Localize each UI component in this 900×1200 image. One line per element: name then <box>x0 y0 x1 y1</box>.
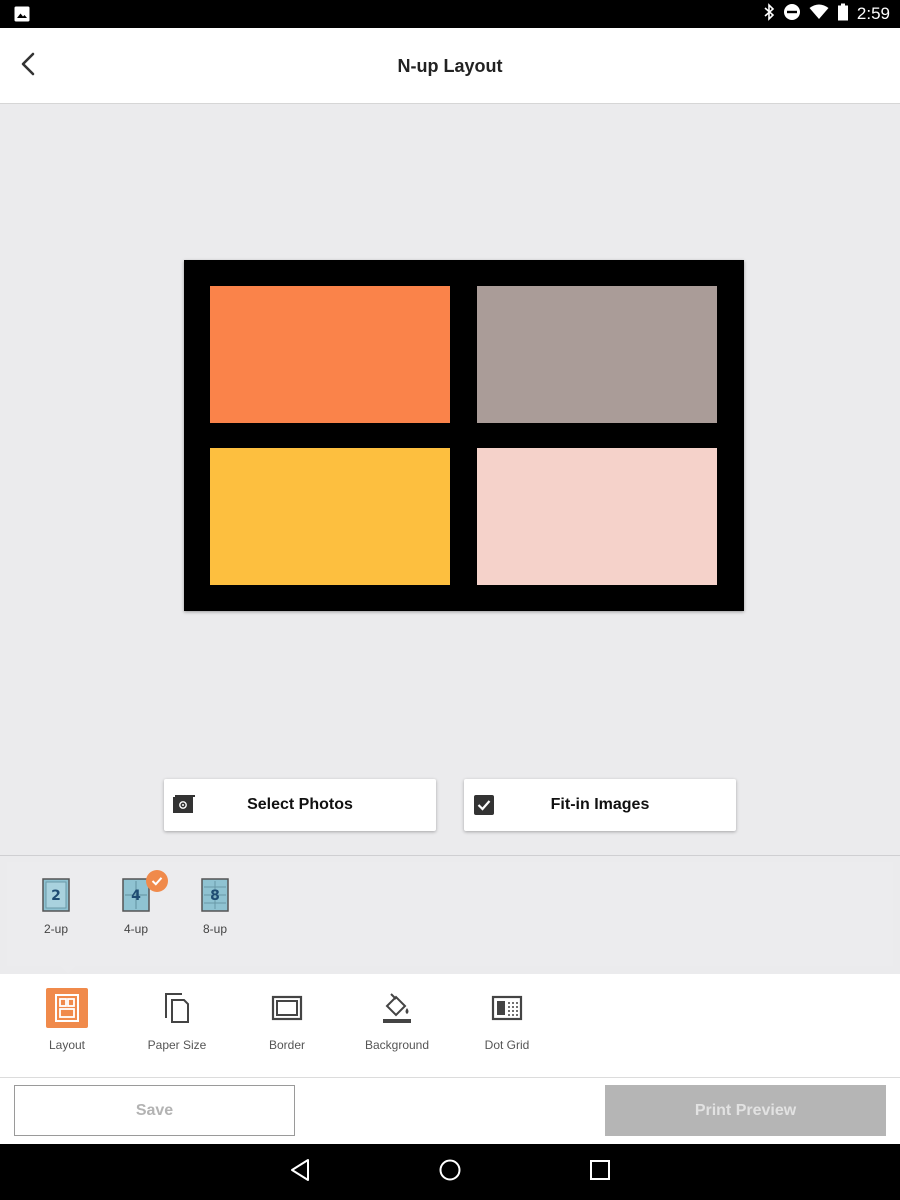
selected-check-icon <box>146 870 168 892</box>
image-icon <box>14 6 30 22</box>
save-button[interactable]: Save <box>14 1085 295 1136</box>
svg-text:8: 8 <box>210 888 220 904</box>
tool-tabs: Layout Paper Size Border Background Dot … <box>0 974 900 1078</box>
fit-in-images-toggle[interactable]: Fit-in Images <box>464 779 736 831</box>
print-preview-button[interactable]: Print Preview <box>605 1085 886 1136</box>
preview-canvas: Select Photos Fit-in Images <box>0 104 900 856</box>
photo-slot-1[interactable] <box>210 286 450 423</box>
layout-option-label: 4-up <box>123 922 149 936</box>
checkbox-checked-icon <box>472 794 496 816</box>
back-button[interactable] <box>12 50 44 82</box>
photo-slot-2[interactable] <box>477 286 717 423</box>
tool-background[interactable]: Background <box>347 988 447 1052</box>
tool-label: Dot Grid <box>484 1038 530 1052</box>
nav-back-button[interactable] <box>286 1158 314 1186</box>
tool-label: Paper Size <box>147 1038 207 1052</box>
paint-bucket-icon <box>376 988 418 1028</box>
battery-icon <box>837 3 849 26</box>
layout-4up-icon: 4 <box>122 870 168 912</box>
layout-sheet <box>184 260 744 611</box>
do-not-disturb-icon <box>783 3 801 26</box>
layout-icon <box>46 988 88 1028</box>
nav-home-button[interactable] <box>436 1158 464 1186</box>
tool-label: Background <box>364 1038 430 1052</box>
layout-option-label: 2-up <box>43 922 69 936</box>
layout-option-4up[interactable]: 4 4-up <box>106 870 168 936</box>
tool-dot-grid[interactable]: Dot Grid <box>457 988 557 1052</box>
tool-label: Border <box>268 1038 306 1052</box>
app-bar: N-up Layout <box>0 28 900 104</box>
bluetooth-icon <box>763 2 775 26</box>
tool-layout[interactable]: Layout <box>17 988 117 1052</box>
tool-border[interactable]: Border <box>237 988 337 1052</box>
triangle-back-icon <box>289 1158 311 1187</box>
tool-paper-size[interactable]: Paper Size <box>127 988 227 1052</box>
photo-album-icon <box>172 794 196 816</box>
svg-text:4: 4 <box>131 888 141 904</box>
select-photos-label: Select Photos <box>247 796 353 813</box>
navigation-bar <box>0 1144 900 1200</box>
select-photos-button[interactable]: Select Photos <box>164 779 436 831</box>
tool-label: Layout <box>48 1038 86 1052</box>
layout-options-panel: 2 2-up 4 4-up 8 8-up <box>7 862 893 966</box>
paper-size-icon <box>156 988 198 1028</box>
photo-slot-4[interactable] <box>477 448 717 585</box>
layout-2up-icon: 2 <box>42 878 70 912</box>
wifi-icon <box>809 4 829 25</box>
square-recents-icon <box>589 1159 611 1186</box>
status-bar: 2:59 <box>0 0 900 28</box>
page-title: N-up Layout <box>397 56 503 76</box>
circle-home-icon <box>438 1158 462 1187</box>
layout-option-8up[interactable]: 8 8-up <box>185 878 245 936</box>
layout-option-label: 8-up <box>202 922 228 936</box>
nav-recents-button[interactable] <box>586 1158 614 1186</box>
photo-slot-3[interactable] <box>210 448 450 585</box>
chevron-left-icon <box>19 51 37 82</box>
status-time: 2:59 <box>856 4 890 23</box>
layout-8up-icon: 8 <box>201 878 229 912</box>
panel-pointer <box>60 966 76 974</box>
dot-grid-icon <box>486 988 528 1028</box>
layout-option-2up[interactable]: 2 2-up <box>26 878 86 936</box>
fit-in-images-label: Fit-in Images <box>550 796 650 813</box>
border-icon <box>266 988 308 1028</box>
bottom-action-bar: Save Print Preview <box>0 1078 900 1144</box>
svg-text:2: 2 <box>51 888 61 904</box>
